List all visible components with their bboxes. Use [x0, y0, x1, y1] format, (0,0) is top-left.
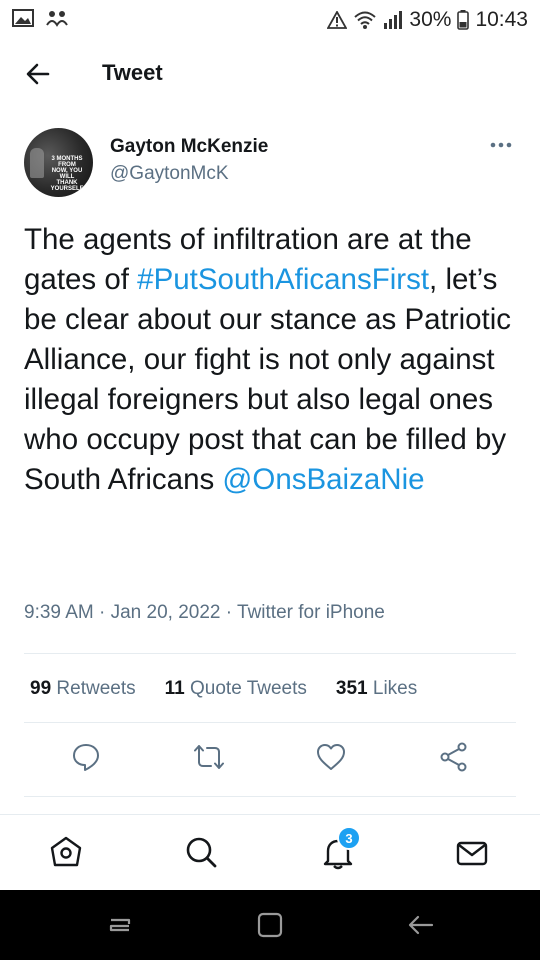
- tweet-text-part: , let’s be clear about our stance as Pat…: [24, 263, 512, 496]
- meta-separator: ·: [93, 602, 111, 623]
- messages-icon[interactable]: [454, 835, 490, 871]
- retweet-icon[interactable]: [193, 742, 224, 772]
- mention-link[interactable]: @OnsBaizaNie: [222, 463, 424, 496]
- clock: 10:43: [475, 8, 528, 31]
- like-icon[interactable]: [316, 742, 346, 772]
- meta-separator: ·: [220, 602, 238, 623]
- divider: [24, 653, 516, 654]
- battery-percent: 30%: [409, 8, 452, 31]
- tweet-actions: [0, 742, 540, 782]
- notifications-badge: 3: [337, 826, 361, 850]
- page-title: Tweet: [102, 60, 163, 85]
- bottom-navigation: [0, 814, 540, 890]
- divider: [24, 796, 516, 797]
- avatar-text: 3 MONTHS FROM NOW, YOU WILL THANK YOURSE…: [50, 156, 84, 192]
- top-header: Tweet: [0, 44, 540, 100]
- recents-icon[interactable]: [105, 910, 135, 940]
- reply-icon[interactable]: [71, 742, 101, 772]
- signal-icon: [383, 11, 403, 29]
- status-bar: 30% 10:43: [0, 0, 540, 40]
- avatar[interactable]: 3 MONTHS FROM NOW, YOU WILL THANK YOURSE…: [24, 128, 93, 197]
- tweet-time: 9:39 AM: [24, 602, 94, 623]
- retweets-stat[interactable]: 99 Retweets: [30, 678, 136, 700]
- alert-icon: [327, 11, 348, 29]
- author-handle[interactable]: @GaytonMcK: [110, 163, 229, 185]
- tweet-source[interactable]: Twitter for iPhone: [237, 602, 385, 623]
- battery-icon: [457, 10, 470, 30]
- share-icon[interactable]: [439, 742, 469, 772]
- tweet-author: 3 MONTHS FROM NOW, YOU WILL THANK YOURSE…: [24, 128, 516, 198]
- tweet-date: Jan 20, 2022: [110, 602, 221, 623]
- likes-stat[interactable]: 351 Likes: [336, 678, 417, 700]
- people-icon: [46, 9, 68, 32]
- divider: [24, 722, 516, 723]
- home-square-icon[interactable]: [255, 910, 285, 940]
- back-icon[interactable]: [406, 910, 436, 940]
- tweet-text: The agents of infiltration are at the ga…: [24, 220, 520, 500]
- quote-tweets-stat[interactable]: 11 Quote Tweets: [165, 678, 307, 700]
- search-icon[interactable]: [183, 835, 219, 871]
- arrow-left-icon[interactable]: [24, 60, 52, 88]
- system-navigation-bar: [0, 890, 540, 960]
- author-name[interactable]: Gayton McKenzie: [110, 136, 268, 158]
- gallery-icon: [12, 8, 34, 32]
- home-icon[interactable]: [48, 835, 84, 871]
- tweet-stats: 99 Retweets 11 Quote Tweets 351 Likes: [30, 678, 417, 700]
- hashtag-link[interactable]: #PutSouthAficansFirst: [137, 263, 429, 296]
- wifi-icon: [353, 10, 377, 30]
- more-options-icon[interactable]: [488, 138, 514, 152]
- tweet-meta: 9:39 AM · Jan 20, 2022 · Twitter for iPh…: [24, 602, 385, 624]
